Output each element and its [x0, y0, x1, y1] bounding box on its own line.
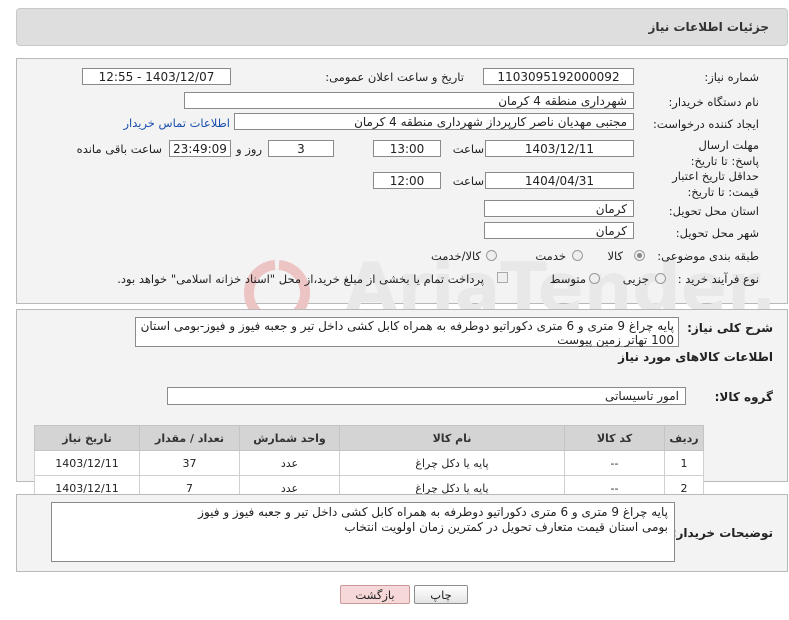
creator-field: مجتبی مهدیان ناصر کارپرداز شهرداری منطقه…: [234, 113, 634, 130]
need-number-label: شماره نیاز:: [704, 70, 759, 84]
creator-label: ایجاد کننده درخواست:: [653, 117, 759, 131]
price-validity-label: حداقل تاریخ اعتبار قیمت: تا تاریخ:: [672, 169, 759, 199]
announce-datetime-field: 1403/12/07 - 12:55: [82, 68, 231, 85]
process-radio-minor[interactable]: [655, 273, 666, 284]
category-radio-service[interactable]: [572, 250, 583, 261]
category-radio-goods[interactable]: [634, 250, 645, 261]
buyer-notes-label: توضیحات خریدار:: [671, 526, 773, 540]
category-option-goods-service: کالا/خدمت: [430, 249, 481, 263]
category-radio-goods-service[interactable]: [486, 250, 497, 261]
reply-time-label: ساعت: [452, 142, 484, 156]
col-header-name: نام کالا: [339, 425, 565, 451]
need-number-field: 1103095192000092: [483, 68, 634, 85]
validity-time-label: ساعت: [452, 174, 484, 188]
cell-unit: عدد: [239, 450, 340, 476]
remaining-time-field: 23:49:09: [169, 140, 231, 157]
table-row: 1 -- پایه یا دکل چراغ عدد 37 1403/12/11: [34, 450, 704, 476]
validity-time-field: 12:00: [373, 172, 441, 189]
cell-row: 1: [664, 450, 704, 476]
col-header-qty: تعداد / مقدار: [139, 425, 240, 451]
province-label: استان محل تحویل:: [668, 204, 759, 218]
category-option-goods: کالا: [607, 249, 623, 263]
buyer-notes-textarea[interactable]: پایه چراغ 9 متری و 6 متری دکوراتیو دوطرف…: [51, 502, 675, 562]
table-header-row: ردیف کد کالا نام کالا واحد شمارش تعداد /…: [34, 425, 704, 451]
buyer-org-label: نام دستگاه خریدار:: [668, 95, 759, 109]
items-table: ردیف کد کالا نام کالا واحد شمارش تعداد /…: [34, 425, 704, 501]
category-label: طبقه بندی موضوعی:: [657, 249, 759, 263]
print-button[interactable]: چاپ: [414, 585, 468, 604]
back-button[interactable]: بازگشت: [340, 585, 410, 604]
col-header-row: ردیف: [664, 425, 704, 451]
goods-group-field: امور تاسیساتی: [167, 387, 686, 405]
buyer-notes-line-2: بومی استان قیمت متعارف تحویل در کمترین ز…: [344, 520, 668, 534]
process-option-minor: جزیی: [622, 272, 649, 286]
reply-deadline-label: مهلت ارسال پاسخ: تا تاریخ:: [690, 138, 759, 168]
reply-time-field: 13:00: [373, 140, 441, 157]
page-header: جزئیات اطلاعات نیاز: [16, 8, 788, 46]
cell-date: 1403/12/11: [34, 450, 140, 476]
cell-qty: 37: [139, 450, 240, 476]
buyer-org-field: شهرداری منطقه 4 کرمان: [184, 92, 634, 109]
summary-textarea[interactable]: پایه چراغ 9 متری و 6 متری دکوراتیو دوطرف…: [135, 317, 679, 347]
summary-label: شرح کلی نیاز:: [687, 321, 773, 335]
remaining-label: ساعت باقی مانده: [76, 142, 162, 156]
items-table-wrapper: ردیف کد کالا نام کالا واحد شمارش تعداد /…: [34, 425, 704, 501]
days-and-label: روز و: [236, 142, 262, 156]
goods-section-title: اطلاعات کالاهای مورد نیاز: [618, 350, 773, 364]
treasury-payment-checkbox[interactable]: [497, 272, 508, 283]
days-field: 3: [268, 140, 334, 157]
province-field: کرمان: [484, 200, 634, 217]
cell-code: --: [564, 450, 665, 476]
col-header-unit: واحد شمارش: [239, 425, 340, 451]
cell-name: پایه یا دکل چراغ: [339, 450, 565, 476]
payment-note: پرداخت تمام یا بخشی از مبلغ خرید،از محل …: [117, 272, 484, 286]
col-header-date: تاریخ نیاز: [34, 425, 140, 451]
announce-datetime-label: تاریخ و ساعت اعلان عمومی:: [325, 70, 464, 84]
col-header-code: کد کالا: [564, 425, 665, 451]
city-label: شهر محل تحویل:: [675, 226, 759, 240]
validity-date-field: 1404/04/31: [485, 172, 634, 189]
page-title: جزئیات اطلاعات نیاز: [648, 20, 769, 34]
city-field: کرمان: [484, 222, 634, 239]
reply-date-field: 1403/12/11: [485, 140, 634, 157]
process-option-medium: متوسط: [549, 272, 586, 286]
buyer-notes-line-1: پایه چراغ 9 متری و 6 متری دکوراتیو دوطرف…: [198, 505, 668, 519]
process-radio-medium[interactable]: [589, 273, 600, 284]
goods-group-label: گروه کالا:: [714, 390, 773, 404]
process-label: نوع فرآیند خرید :: [677, 272, 759, 286]
category-option-service: خدمت: [535, 249, 566, 263]
buyer-contact-link[interactable]: اطلاعات تماس خریدار: [123, 116, 230, 130]
